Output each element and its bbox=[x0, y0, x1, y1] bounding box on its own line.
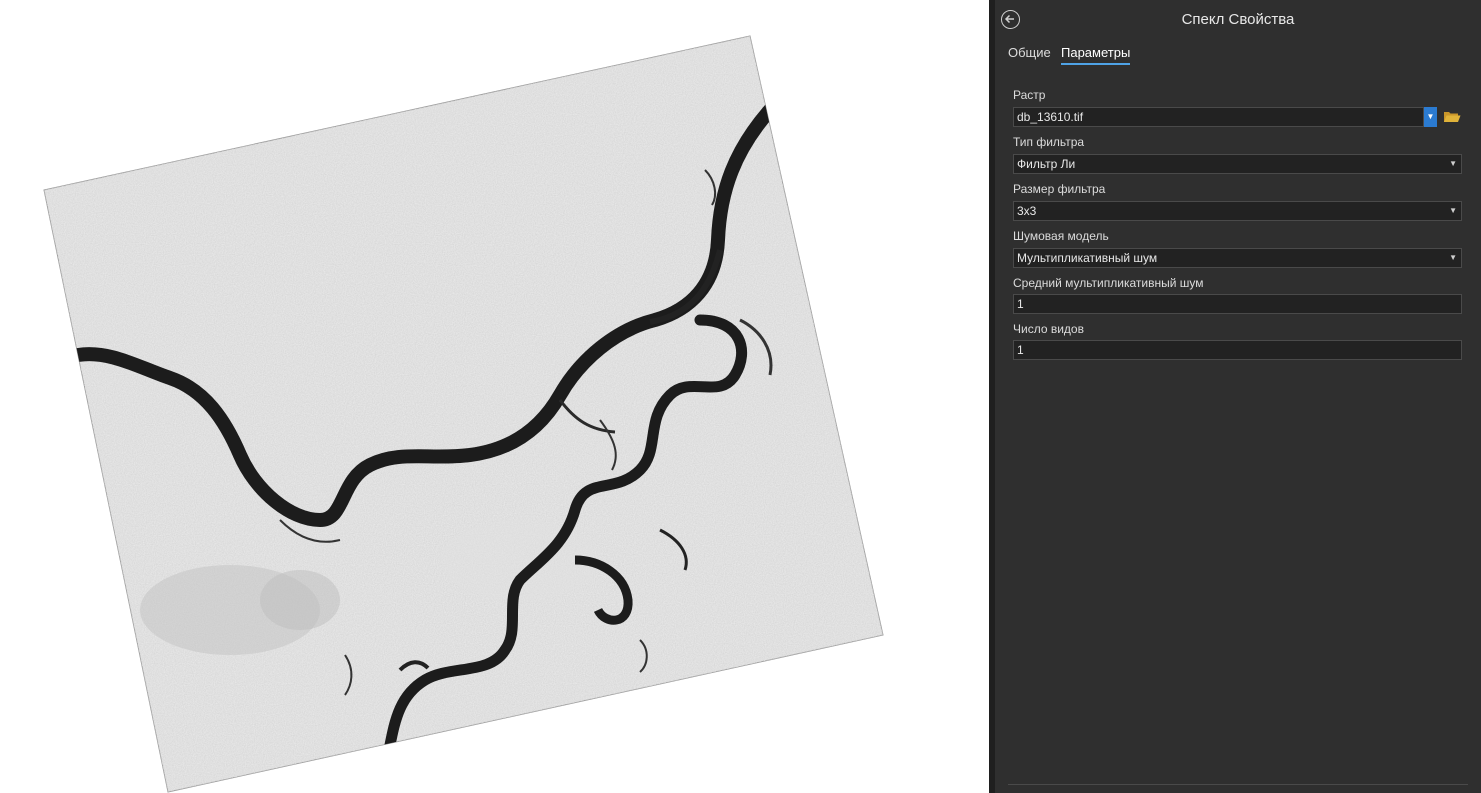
noise-model-select[interactable]: Мультипликативный шум ▼ bbox=[1013, 248, 1462, 268]
pane-title: Спекл Свойства bbox=[1181, 11, 1295, 28]
raster-label: Растр bbox=[1013, 88, 1046, 102]
chevron-down-icon: ▼ bbox=[1426, 112, 1435, 121]
map-view[interactable] bbox=[0, 0, 989, 793]
raster-input[interactable]: db_13610.tif bbox=[1013, 107, 1424, 127]
raster-value: db_13610.tif bbox=[1017, 110, 1084, 124]
browse-button[interactable] bbox=[1443, 109, 1461, 124]
mean-noise-label: Средний мультипликативный шум bbox=[1013, 276, 1204, 290]
num-looks-value: 1 bbox=[1017, 343, 1024, 357]
raster-dropdown-button[interactable]: ▼ bbox=[1424, 107, 1437, 127]
folder-icon bbox=[1444, 112, 1461, 122]
filter-type-label: Тип фильтра bbox=[1013, 135, 1085, 149]
filter-type-value: Фильтр Ли bbox=[1017, 157, 1076, 171]
mean-noise-value: 1 bbox=[1017, 297, 1024, 311]
filter-size-label: Размер фильтра bbox=[1013, 182, 1106, 196]
filter-type-select[interactable]: Фильтр Ли ▼ bbox=[1013, 154, 1462, 174]
noise-model-label: Шумовая модель bbox=[1013, 229, 1109, 243]
chevron-down-icon: ▼ bbox=[1449, 159, 1457, 168]
tab-general[interactable]: Общие bbox=[1008, 45, 1051, 63]
sar-raster-image bbox=[43, 35, 884, 793]
tab-parameters[interactable]: Параметры bbox=[1061, 45, 1131, 65]
num-looks-label: Число видов bbox=[1013, 322, 1084, 336]
num-looks-input[interactable]: 1 bbox=[1013, 340, 1462, 360]
noise-model-value: Мультипликативный шум bbox=[1017, 251, 1158, 265]
properties-pane: Спекл Свойства Общие Параметры Растр db_… bbox=[995, 0, 1481, 793]
divider bbox=[1008, 784, 1468, 785]
chevron-down-icon: ▼ bbox=[1449, 206, 1457, 215]
filter-size-value: 3x3 bbox=[1017, 204, 1037, 218]
chevron-down-icon: ▼ bbox=[1449, 253, 1457, 262]
mean-noise-input[interactable]: 1 bbox=[1013, 294, 1462, 314]
filter-size-select[interactable]: 3x3 ▼ bbox=[1013, 201, 1462, 221]
